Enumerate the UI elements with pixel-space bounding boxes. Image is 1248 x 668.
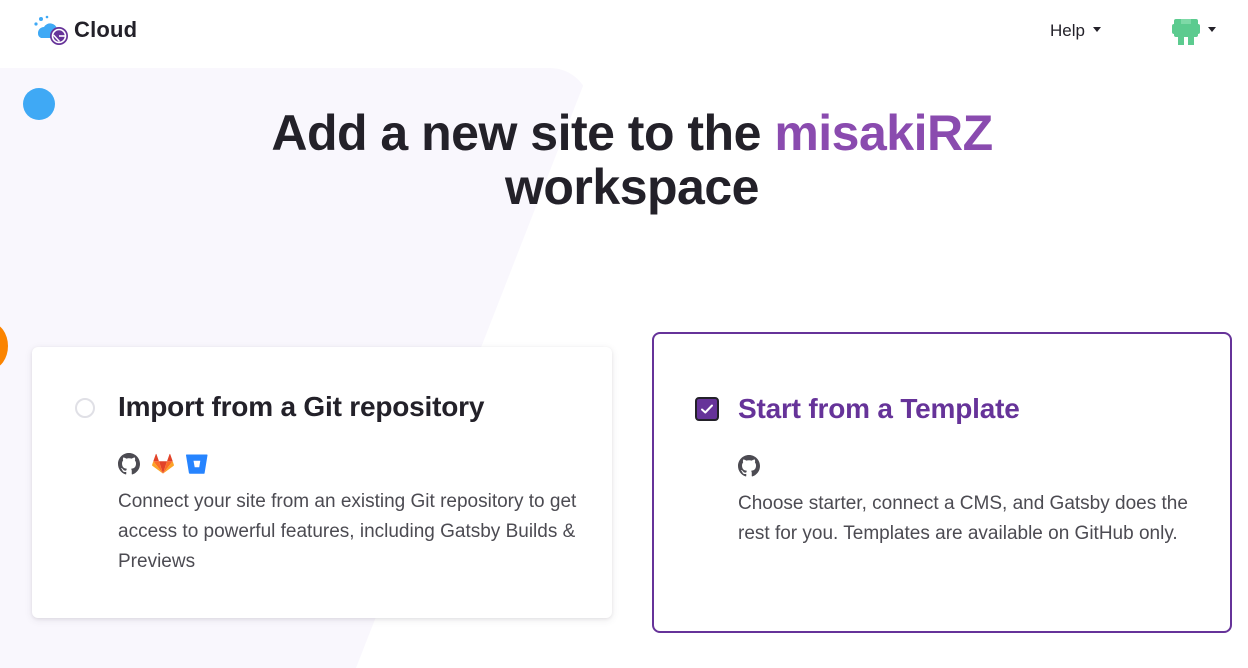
avatar (1172, 19, 1200, 45)
help-menu-button[interactable]: Help (1050, 21, 1101, 41)
gitlab-icon (152, 453, 174, 474)
import-option-description: Connect your site from an existing Git r… (118, 491, 577, 572)
caret-down-icon (1092, 26, 1101, 32)
bitbucket-icon (186, 454, 208, 474)
title-suffix: workspace (505, 159, 759, 215)
brand-name: Cloud (74, 17, 138, 42)
import-option-radio[interactable] (75, 398, 95, 418)
import-provider-icons (118, 453, 208, 475)
option-card-template[interactable]: Start from a Template Choose starter, co… (652, 332, 1232, 633)
github-icon (738, 455, 760, 477)
page-title: Add a new site to the misakiRZ workspace (0, 106, 1248, 214)
title-prefix: Add a new site to the (271, 105, 761, 161)
top-header: Cloud Help (0, 0, 1248, 62)
template-option-title: Start from a Template (738, 393, 1020, 424)
cloud-logo-icon (34, 15, 68, 45)
brand-home-link[interactable]: Cloud (32, 13, 137, 47)
user-menu-button[interactable] (1172, 16, 1216, 46)
option-card-import-git[interactable]: Import from a Git repository Connect you… (32, 347, 612, 618)
github-icon (118, 453, 140, 475)
checkmark-icon (701, 404, 713, 414)
template-option-checkbox[interactable] (695, 397, 719, 421)
template-option-description: Choose starter, connect a CMS, and Gatsb… (738, 493, 1188, 544)
caret-down-icon (1208, 26, 1216, 32)
template-provider-icons (738, 455, 760, 477)
import-option-title: Import from a Git repository (118, 391, 485, 422)
help-label: Help (1050, 21, 1085, 40)
workspace-name: misakiRZ (774, 105, 993, 161)
